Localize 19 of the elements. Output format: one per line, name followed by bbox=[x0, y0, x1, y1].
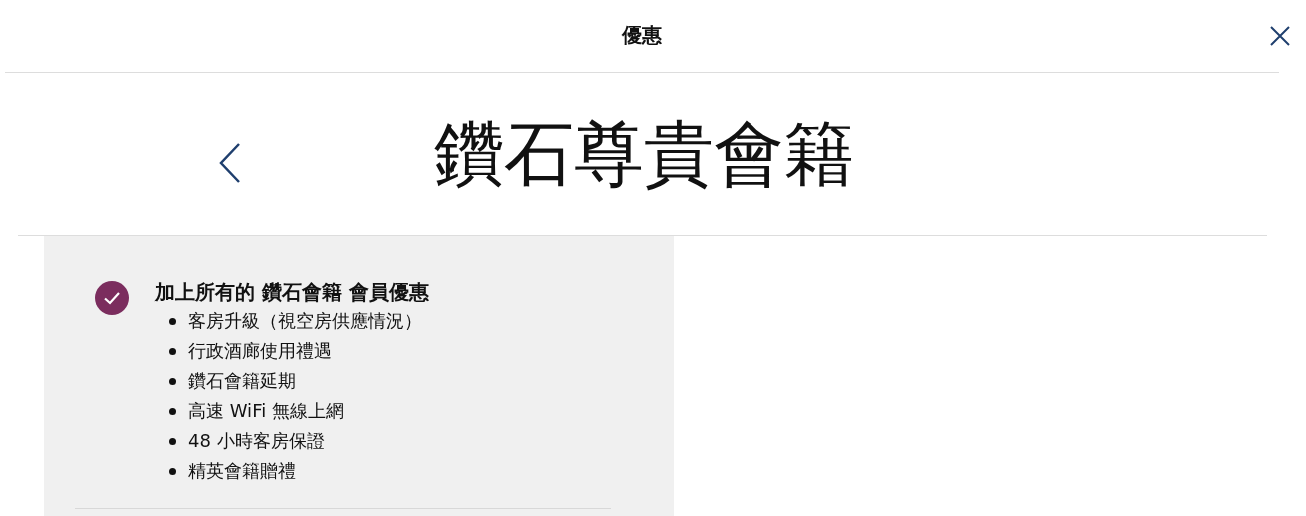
page-title: 鑽石尊貴會籍 bbox=[433, 119, 854, 189]
benefit-item: 精英會籍贈禮 bbox=[188, 459, 296, 483]
benefit-item: 鑽石會籍延期 bbox=[188, 369, 296, 393]
bullet-icon bbox=[169, 377, 176, 385]
close-button[interactable] bbox=[1269, 25, 1291, 47]
bullet-icon bbox=[169, 317, 176, 325]
close-icon bbox=[1269, 25, 1291, 47]
bullet-icon bbox=[169, 467, 176, 475]
header-title: 優惠 bbox=[622, 21, 662, 49]
bullet-icon bbox=[169, 407, 176, 415]
back-icon bbox=[218, 142, 242, 184]
benefit-title: 加上所有的 鑽石會籍 會員優惠 bbox=[155, 279, 429, 306]
benefit-item: 行政酒廊使用禮遇 bbox=[188, 339, 332, 363]
back-button[interactable] bbox=[218, 142, 242, 184]
benefit-item: 48 小時客房保證 bbox=[188, 429, 325, 453]
bullet-icon bbox=[169, 347, 176, 355]
bullet-icon bbox=[169, 437, 176, 445]
benefit-item: 客房升級（視空房供應情況） bbox=[188, 309, 422, 333]
benefit-item: 高速 WiFi 無線上網 bbox=[188, 399, 344, 423]
